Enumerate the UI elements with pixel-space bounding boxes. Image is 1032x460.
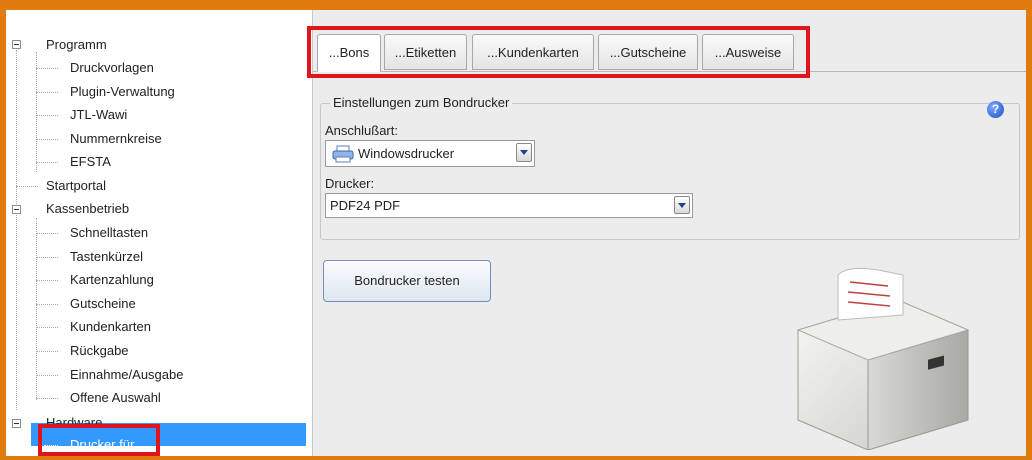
question-icon[interactable]: ? <box>987 101 1004 118</box>
help-glyph: ? <box>991 102 1000 116</box>
tree-item-label: Tastenkürzel <box>70 249 143 264</box>
tree-item-label: EFSTA <box>70 154 111 169</box>
tree-item-label: Druckvorlagen <box>70 60 154 75</box>
tree-item-label: Programm <box>46 37 107 52</box>
printer-settings-group <box>320 103 1020 240</box>
tree-item-label: Kartenzahlung <box>70 272 154 287</box>
tree-collapse-icon[interactable] <box>12 40 21 49</box>
tree-line <box>36 139 58 140</box>
connection-value: Windowsdrucker <box>358 146 455 161</box>
tree-item-label: Plugin-Verwaltung <box>70 84 175 99</box>
tree-item-label: Kassenbetrieb <box>46 201 130 216</box>
highlight-box-tabs <box>307 26 810 78</box>
tree-line <box>36 280 58 281</box>
tree-item-nummernkreise[interactable]: Nummernkreise <box>70 128 162 150</box>
printer-label: Drucker: <box>325 176 375 191</box>
tree-line <box>16 50 17 410</box>
tree-item-druckvorlagen[interactable]: Druckvorlagen <box>70 57 154 79</box>
tree-collapse-icon[interactable] <box>12 419 21 428</box>
group-title: Einstellungen zum Bondrucker <box>330 94 513 112</box>
connection-label: Anschlußart: <box>325 123 398 138</box>
tree-line <box>36 327 58 328</box>
tree-item-kartenzahlung[interactable]: Kartenzahlung <box>70 269 154 291</box>
tree-item-rueckgabe[interactable]: Rückgabe <box>70 340 129 362</box>
tree-item-einnahme-ausgabe[interactable]: Einnahme/Ausgabe <box>70 364 183 386</box>
tree-item-jtl-wawi[interactable]: JTL-Wawi <box>70 104 127 126</box>
tree-item-label: Schnelltasten <box>70 225 149 240</box>
tree-line <box>36 52 37 172</box>
tree-line <box>36 115 58 116</box>
tree-item-kundenkarten[interactable]: Kundenkarten <box>70 316 151 338</box>
tree-item-schnelltasten[interactable]: Schnelltasten <box>70 222 148 244</box>
tree-item-efsta[interactable]: EFSTA <box>70 151 111 173</box>
printer-icon <box>332 145 354 163</box>
tree-line <box>36 257 58 258</box>
highlight-box-tree <box>38 424 160 456</box>
tree-line <box>36 304 58 305</box>
tree-line <box>36 351 58 352</box>
tree-line <box>36 68 58 69</box>
tree-line <box>16 186 38 187</box>
tree-line <box>36 375 58 376</box>
chevron-down-icon[interactable] <box>674 196 690 214</box>
tree-item-label: Nummernkreise <box>70 131 162 146</box>
tree-item-label: Kundenkarten <box>70 319 151 334</box>
connection-select[interactable]: Windowsdrucker <box>325 140 535 167</box>
test-printer-label: Bondrucker testen <box>354 273 460 288</box>
tree-item-label: JTL-Wawi <box>70 107 128 122</box>
tree-line <box>36 218 37 400</box>
printer-value: PDF24 PDF <box>330 198 401 213</box>
tree-item-label: Einnahme/Ausgabe <box>70 367 184 382</box>
receipt-printer-icon <box>796 267 970 450</box>
chevron-down-icon[interactable] <box>516 143 532 162</box>
tree-item-kassenbetrieb[interactable]: Kassenbetrieb <box>46 198 129 220</box>
printer-select[interactable]: PDF24 PDF <box>325 193 693 218</box>
test-printer-button[interactable]: Bondrucker testen <box>323 260 491 302</box>
tree-item-offene-auswahl[interactable]: Offene Auswahl <box>70 387 161 409</box>
tree-item-label: Startportal <box>46 178 106 193</box>
tree-item-gutscheine[interactable]: Gutscheine <box>70 293 136 315</box>
tree-item-startportal[interactable]: Startportal <box>46 175 106 197</box>
tree-line <box>36 92 58 93</box>
tree-item-label: Offene Auswahl <box>70 390 161 405</box>
tree-item-programm[interactable]: Programm <box>46 34 107 56</box>
tree-collapse-icon[interactable] <box>12 205 21 214</box>
tree-line <box>36 398 58 399</box>
tree-line <box>36 162 58 163</box>
tree-item-plugin-verwaltung[interactable]: Plugin-Verwaltung <box>70 81 175 103</box>
tree-item-label: Gutscheine <box>70 296 136 311</box>
tree-item-tastenkuerzel[interactable]: Tastenkürzel <box>70 246 143 268</box>
tree-line <box>36 233 58 234</box>
tree-item-label: Rückgabe <box>70 343 129 358</box>
